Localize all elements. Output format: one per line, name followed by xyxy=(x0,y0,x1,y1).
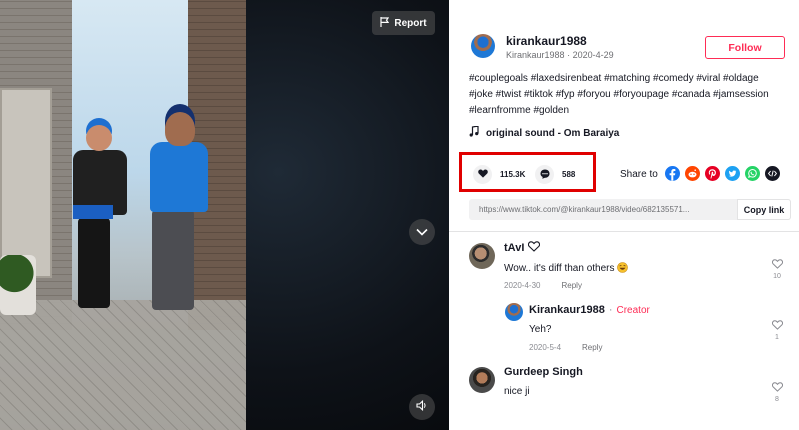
video-person-woman-skirt xyxy=(73,205,113,219)
video-person-woman-head xyxy=(86,125,112,151)
comment-like-button[interactable]: 10 xyxy=(770,259,784,280)
reply-date: 2020-5-4 xyxy=(529,343,562,352)
commenter-avatar[interactable] xyxy=(469,243,495,269)
like-count: 115.3K xyxy=(500,170,526,179)
music-title: original sound - Om Baraiya xyxy=(486,127,620,139)
author-display-name: Kirankaur1988 xyxy=(506,50,565,60)
reply-button[interactable]: Reply xyxy=(561,281,581,290)
share-label: Share to xyxy=(620,169,658,180)
video-planter xyxy=(0,255,36,315)
reply-like-button[interactable]: 1 xyxy=(770,320,784,341)
whatsapp-icon[interactable] xyxy=(745,166,760,181)
next-video-button[interactable] xyxy=(409,219,435,245)
commenter-avatar[interactable] xyxy=(469,367,495,393)
comment-like-count: 8 xyxy=(775,396,779,403)
heart-outline-icon xyxy=(771,382,783,394)
heart-outline-icon xyxy=(528,241,541,255)
video-person-man-legs xyxy=(152,210,194,310)
heart-outline-icon xyxy=(771,259,783,271)
reply-author-name-text: Kirankaur1988 xyxy=(529,304,605,316)
follow-button[interactable]: Follow xyxy=(705,36,785,59)
comment-button[interactable] xyxy=(535,165,554,184)
share-icons xyxy=(665,166,780,181)
author-avatar[interactable] xyxy=(471,34,495,58)
heart-icon xyxy=(477,169,488,180)
twitter-icon[interactable] xyxy=(725,166,740,181)
comment-text-content: Wow.. it's diff than others xyxy=(504,263,615,274)
flag-icon xyxy=(380,16,390,30)
report-label: Report xyxy=(394,17,427,29)
reply-author-name[interactable]: Kirankaur1988 · Creator xyxy=(529,304,650,316)
chevron-down-icon xyxy=(416,223,428,241)
pinterest-icon[interactable] xyxy=(705,166,720,181)
copy-link-button[interactable]: Copy link xyxy=(737,199,791,220)
laughing-emoji-icon xyxy=(617,262,629,276)
reply-like-count: 1 xyxy=(775,334,779,341)
commenter-name[interactable]: tAvI xyxy=(504,241,541,255)
author-username[interactable]: kirankaur1988 xyxy=(506,34,587,48)
volume-button[interactable] xyxy=(409,394,435,420)
reddit-icon[interactable] xyxy=(685,166,700,181)
video-garage xyxy=(0,88,52,278)
video-frame[interactable] xyxy=(0,0,246,430)
like-stat: 115.3K xyxy=(473,165,525,184)
reply-meta: 2020-5-4 Reply xyxy=(529,343,602,352)
video-person-man-head xyxy=(165,112,195,146)
music-link[interactable]: original sound - Om Baraiya xyxy=(469,125,620,140)
comment-text: Wow.. it's diff than others xyxy=(504,262,629,276)
tiktok-video-page: Report kirankaur1988 Kirankaur1988 · 202… xyxy=(0,0,799,430)
comment-count: 588 xyxy=(562,170,576,179)
comment-stat: 588 xyxy=(535,165,575,184)
music-note-icon xyxy=(469,125,479,140)
video-link-url[interactable]: https://www.tiktok.com/@kirankaur1988/vi… xyxy=(469,205,737,214)
report-button[interactable]: Report xyxy=(372,11,435,35)
section-divider xyxy=(449,231,799,232)
video-player[interactable]: Report xyxy=(0,0,449,430)
video-pavement xyxy=(0,300,246,430)
comment-like-count: 10 xyxy=(773,273,781,280)
author-meta: Kirankaur1988 · 2020-4-29 xyxy=(506,50,614,60)
comment-like-button[interactable]: 8 xyxy=(770,382,784,403)
reply-button[interactable]: Reply xyxy=(582,343,602,352)
video-person-man xyxy=(150,142,208,212)
comment-bubble-icon xyxy=(540,169,550,181)
creator-badge: Creator xyxy=(616,304,650,316)
embed-icon[interactable] xyxy=(765,166,780,181)
like-button[interactable] xyxy=(473,165,492,184)
facebook-icon[interactable] xyxy=(665,166,680,181)
details-panel: kirankaur1988 Kirankaur1988 · 2020-4-29 … xyxy=(449,0,799,430)
video-description: #couplegoals #laxedsirenbeat #matching #… xyxy=(469,73,769,116)
commenter-name[interactable]: Gurdeep Singh xyxy=(504,366,583,378)
video-link-box: https://www.tiktok.com/@kirankaur1988/vi… xyxy=(469,199,791,220)
heart-outline-icon xyxy=(771,320,783,332)
meta-separator: · xyxy=(608,304,613,316)
post-date: 2020-4-29 xyxy=(572,50,614,60)
comment-text: nice ji xyxy=(504,386,530,397)
comment-date: 2020-4-30 xyxy=(504,281,541,290)
commenter-name-text: tAvI xyxy=(504,242,525,254)
volume-icon xyxy=(416,398,428,416)
comment-meta: 2020-4-30 Reply xyxy=(504,281,582,290)
video-person-woman-legs xyxy=(78,218,110,308)
reply-avatar[interactable] xyxy=(505,303,523,321)
reply-text: Yeh? xyxy=(529,324,552,335)
